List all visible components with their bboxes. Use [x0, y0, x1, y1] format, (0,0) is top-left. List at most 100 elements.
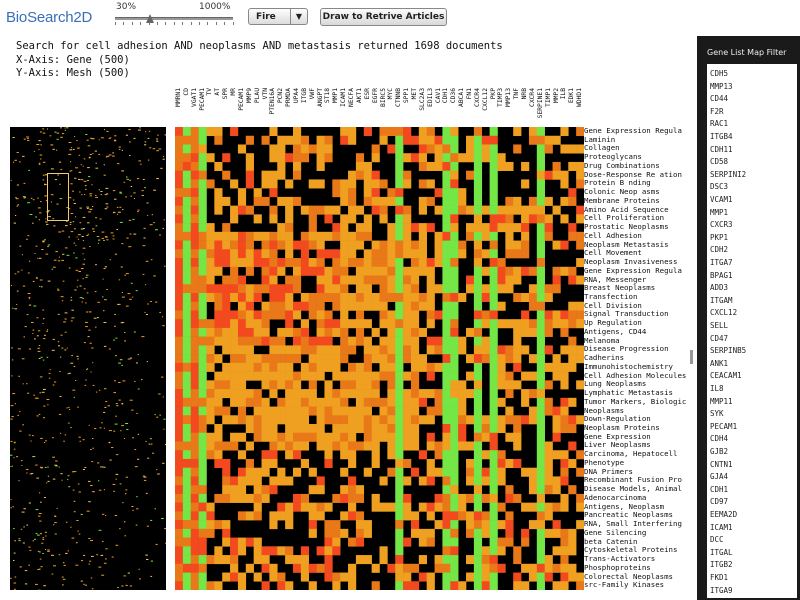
heatmap-cell[interactable]	[552, 528, 561, 538]
heatmap-cell[interactable]	[198, 153, 207, 163]
row-label[interactable]: Liver Neoplasms	[584, 440, 692, 449]
heatmap-cell[interactable]	[222, 223, 231, 233]
heatmap-cell[interactable]	[434, 555, 443, 565]
gene-list-item[interactable]: RAC1	[710, 117, 728, 130]
heatmap-cell[interactable]	[300, 144, 310, 154]
column-label[interactable]: PECAM1	[238, 88, 245, 125]
heatmap-cell[interactable]	[426, 179, 435, 189]
heatmap-cell[interactable]	[316, 301, 325, 311]
heatmap-cell[interactable]	[308, 528, 317, 538]
heatmap-cell[interactable]	[395, 275, 404, 285]
heatmap-cell[interactable]	[292, 135, 302, 145]
heatmap-cell[interactable]	[379, 266, 388, 276]
heatmap-cell[interactable]	[410, 441, 420, 451]
heatmap-cell[interactable]	[505, 319, 514, 329]
heatmap-cell[interactable]	[348, 572, 357, 582]
heatmap-cell[interactable]	[450, 327, 459, 337]
heatmap-cell[interactable]	[292, 467, 302, 477]
row-label[interactable]: Disease Models, Animal	[584, 484, 692, 493]
heatmap-cell[interactable]	[481, 144, 490, 154]
heatmap-cell[interactable]	[190, 432, 199, 442]
heatmap-cell[interactable]	[505, 240, 514, 250]
heatmap-cell[interactable]	[198, 537, 207, 547]
heatmap-cell[interactable]	[473, 179, 483, 189]
heatmap-cell[interactable]	[198, 528, 207, 538]
heatmap-cell[interactable]	[576, 258, 584, 268]
heatmap-cell[interactable]	[316, 485, 325, 495]
heatmap-cell[interactable]	[466, 327, 475, 337]
heatmap-cell[interactable]	[230, 572, 239, 582]
heatmap-cell[interactable]	[308, 581, 317, 590]
heatmap-cell[interactable]	[269, 231, 278, 241]
heatmap-cell[interactable]	[489, 502, 498, 512]
heatmap-cell[interactable]	[489, 301, 498, 311]
heatmap-cell[interactable]	[466, 458, 475, 468]
heatmap-cell[interactable]	[536, 397, 545, 407]
heatmap-cell[interactable]	[536, 179, 545, 189]
heatmap-cell[interactable]	[387, 467, 396, 477]
heatmap-cell[interactable]	[395, 327, 404, 337]
heatmap-cell[interactable]	[473, 467, 483, 477]
heatmap-cell[interactable]	[371, 179, 380, 189]
heatmap-cell[interactable]	[175, 223, 184, 233]
heatmap-cell[interactable]	[340, 432, 349, 442]
heatmap-cell[interactable]	[576, 502, 584, 512]
heatmap-cell[interactable]	[442, 223, 451, 233]
heatmap-cell[interactable]	[261, 258, 270, 268]
heatmap-cell[interactable]	[497, 214, 506, 224]
heatmap-cell[interactable]	[222, 345, 231, 355]
heatmap-cell[interactable]	[442, 127, 451, 137]
heatmap-cell[interactable]	[418, 397, 427, 407]
heatmap-cell[interactable]	[198, 231, 207, 241]
zoom-slider-thumb[interactable]	[146, 14, 155, 23]
heatmap-cell[interactable]	[410, 424, 420, 434]
heatmap-cell[interactable]	[387, 362, 396, 372]
gene-list[interactable]: CDH5 MMP13 CD44 F2R RAC1 ITGB4 CDH11 CD58 SERPIN…	[707, 64, 797, 598]
heatmap-cell[interactable]	[371, 581, 380, 590]
heatmap-cell[interactable]	[568, 223, 577, 233]
heatmap-cell[interactable]	[410, 397, 420, 407]
heatmap-cell[interactable]	[269, 415, 278, 425]
heatmap-cell[interactable]	[316, 327, 325, 337]
heatmap-cell[interactable]	[379, 336, 388, 346]
heatmap-cell[interactable]	[458, 389, 467, 399]
heatmap-cell[interactable]	[292, 493, 302, 503]
heatmap-cell[interactable]	[348, 231, 357, 241]
heatmap-cell[interactable]	[410, 153, 420, 163]
heatmap-cell[interactable]	[245, 458, 254, 468]
heatmap-cell[interactable]	[379, 555, 388, 565]
heatmap-cell[interactable]	[576, 354, 584, 364]
heatmap-cell[interactable]	[237, 476, 247, 486]
heatmap-cell[interactable]	[245, 467, 254, 477]
heatmap-cell[interactable]	[489, 581, 498, 590]
column-label[interactable]: VTN	[262, 88, 269, 125]
heatmap-cell[interactable]	[536, 581, 545, 590]
heatmap-cell[interactable]	[418, 301, 427, 311]
heatmap-cell[interactable]	[175, 231, 184, 241]
heatmap-cell[interactable]	[285, 214, 294, 224]
heatmap-cell[interactable]	[206, 258, 215, 268]
heatmap-cell[interactable]	[395, 511, 404, 521]
gene-list-item[interactable]: GJA4	[710, 470, 728, 483]
heatmap-cell[interactable]	[182, 345, 192, 355]
heatmap-cell[interactable]	[395, 135, 404, 145]
gene-list-item[interactable]: DCC	[710, 533, 724, 546]
heatmap-cell[interactable]	[198, 223, 207, 233]
gene-list-item[interactable]: DSC3	[710, 180, 728, 193]
heatmap-cell[interactable]	[568, 354, 577, 364]
heatmap-cell[interactable]	[560, 467, 569, 477]
heatmap-cell[interactable]	[387, 275, 396, 285]
heatmap-cell[interactable]	[489, 284, 498, 294]
heatmap-cell[interactable]	[536, 336, 545, 346]
heatmap-cell[interactable]	[332, 424, 341, 434]
heatmap-cell[interactable]	[308, 406, 317, 416]
heatmap-cell[interactable]	[292, 284, 302, 294]
heatmap-cell[interactable]	[198, 214, 207, 224]
heatmap-cell[interactable]	[198, 310, 207, 320]
heatmap-cell[interactable]	[528, 266, 538, 276]
heatmap-cell[interactable]	[544, 292, 553, 303]
heatmap-cell[interactable]	[206, 389, 215, 399]
heatmap-cell[interactable]	[175, 310, 184, 320]
heatmap-cell[interactable]	[552, 170, 561, 180]
heatmap-cell[interactable]	[481, 555, 490, 565]
